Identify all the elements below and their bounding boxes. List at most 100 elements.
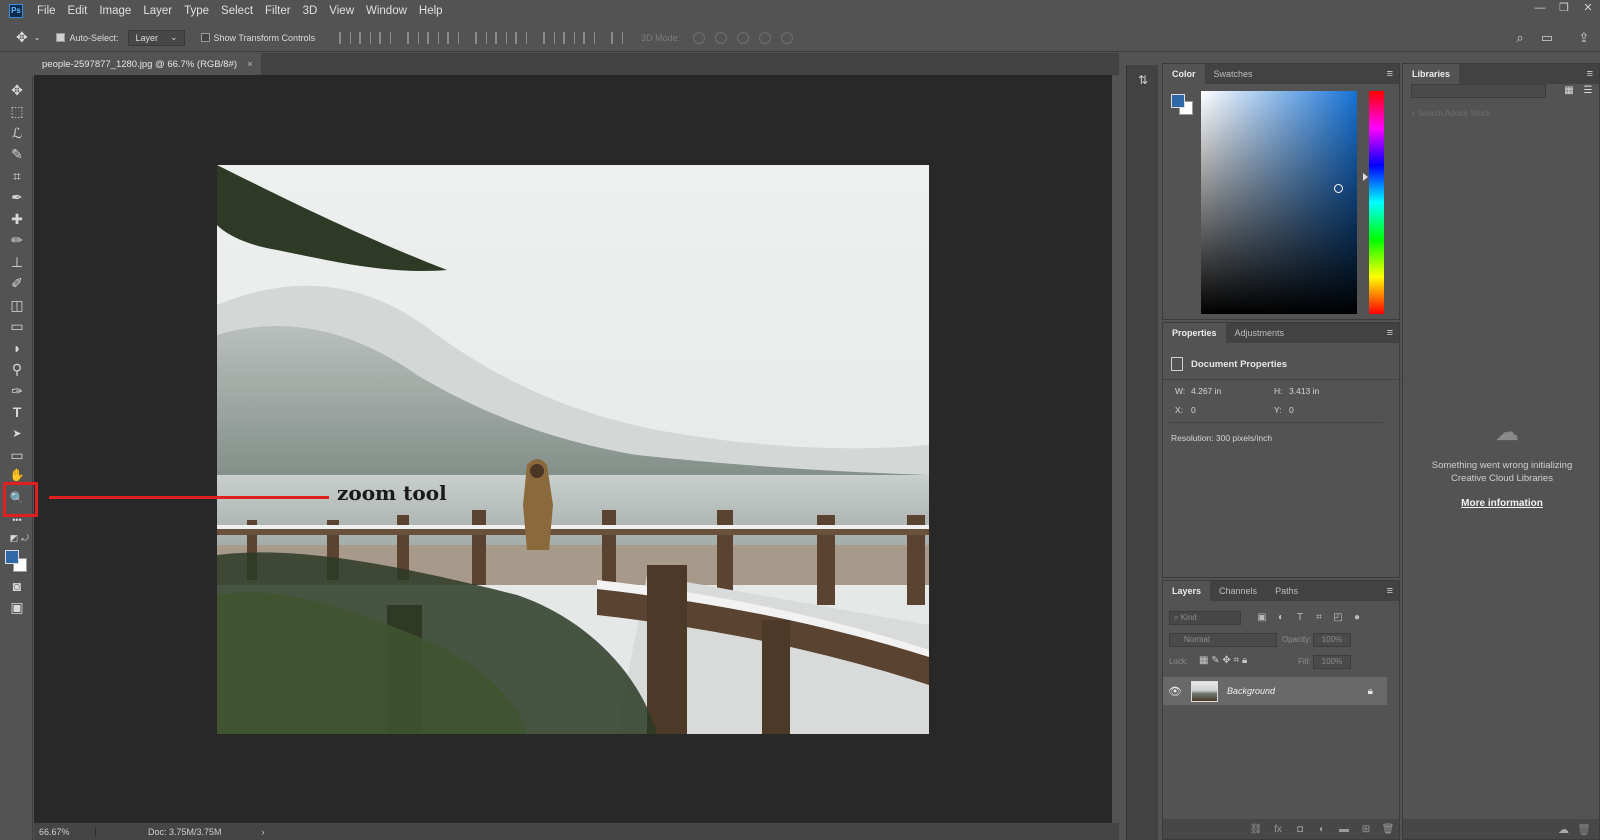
menu-select[interactable]: Select bbox=[215, 5, 259, 17]
panel-menu-icon[interactable]: ≡ bbox=[1387, 68, 1393, 80]
show-transform-checkbox[interactable] bbox=[200, 33, 210, 42]
hue-slider[interactable] bbox=[1369, 91, 1384, 314]
opacity-field[interactable]: 100% bbox=[1313, 633, 1351, 647]
menu-window[interactable]: Window bbox=[360, 5, 413, 17]
tab-channels[interactable]: Channels bbox=[1210, 581, 1266, 601]
pen-tool-icon[interactable]: ✑ bbox=[6, 381, 28, 401]
align-hcenter-icon[interactable] bbox=[427, 31, 440, 44]
history-brush-tool-icon[interactable]: ✐ bbox=[6, 273, 28, 293]
lock-icons[interactable]: ▦ ✎ ✥ ⌗ 🔒︎ bbox=[1199, 655, 1247, 666]
new-layer-icon[interactable]: ⊞ bbox=[1355, 824, 1377, 835]
eraser-tool-icon[interactable]: ◫ bbox=[6, 295, 28, 315]
trash-icon[interactable]: 🗑︎ bbox=[1377, 824, 1399, 835]
close-icon[interactable]: × bbox=[247, 59, 253, 70]
color-foreground-swatch[interactable] bbox=[1171, 94, 1185, 108]
auto-select-target-dropdown[interactable]: Layer ⌄ bbox=[128, 29, 185, 46]
filter-toggle-icon[interactable]: ● bbox=[1350, 612, 1364, 623]
brush-tool-icon[interactable]: ✏ bbox=[6, 230, 28, 250]
height-value[interactable]: 3.413 in bbox=[1289, 386, 1319, 396]
tab-layers[interactable]: Layers bbox=[1163, 581, 1211, 601]
3d-scale-icon[interactable] bbox=[781, 31, 794, 44]
3d-pan-icon[interactable] bbox=[737, 31, 750, 44]
menu-help[interactable]: Help bbox=[413, 5, 449, 17]
menu-type[interactable]: Type bbox=[178, 5, 215, 17]
cloud-sync-icon[interactable]: ☁ bbox=[1558, 823, 1569, 836]
type-filter-icon[interactable]: T bbox=[1293, 612, 1307, 623]
rectangle-tool-icon[interactable]: ▭ bbox=[6, 445, 28, 465]
move-tool-icon[interactable]: ✥ bbox=[6, 80, 28, 100]
gradient-tool-icon[interactable]: ▭ bbox=[6, 316, 28, 336]
library-dropdown[interactable] bbox=[1411, 84, 1546, 98]
dodge-tool-icon[interactable]: ⚲ bbox=[6, 359, 28, 379]
panel-menu-icon[interactable]: ≡ bbox=[1387, 585, 1393, 597]
zoom-level[interactable]: 66.67% bbox=[34, 826, 96, 837]
tab-adjustments[interactable]: Adjustments bbox=[1226, 323, 1294, 343]
layer-kind-filter[interactable]: ⌕ Kind bbox=[1169, 611, 1241, 625]
3d-slide-icon[interactable] bbox=[759, 31, 772, 44]
layer-lock-icon[interactable]: 🔒︎ bbox=[1368, 686, 1373, 697]
menu-view[interactable]: View bbox=[323, 5, 360, 17]
eyedropper-tool-icon[interactable]: ✒ bbox=[6, 187, 28, 207]
menu-layer[interactable]: Layer bbox=[137, 5, 178, 17]
marquee-tool-icon[interactable]: ⬚ bbox=[6, 101, 28, 121]
panel-menu-icon[interactable]: ≡ bbox=[1587, 68, 1593, 80]
mask-icon[interactable]: ◘ bbox=[1289, 824, 1311, 835]
align-left-icon[interactable] bbox=[407, 31, 420, 44]
document-image[interactable] bbox=[217, 165, 929, 734]
show-transform-option[interactable]: Show Transform Controls bbox=[200, 33, 315, 43]
tab-color[interactable]: Color bbox=[1163, 64, 1205, 84]
share-icon[interactable]: ⇪ bbox=[1576, 30, 1592, 46]
align-vcenter-icon[interactable] bbox=[359, 31, 372, 44]
distribute-bottom-icon[interactable] bbox=[515, 31, 528, 44]
distribute-hcenter-icon[interactable] bbox=[563, 31, 576, 44]
document-tab[interactable]: people-2597877_1280.jpg @ 66.7% (RGB/8#)… bbox=[34, 53, 261, 75]
grid-view-icon[interactable]: ▦ bbox=[1562, 84, 1576, 97]
healing-brush-tool-icon[interactable]: ✚ bbox=[6, 209, 28, 229]
screen-mode-icon[interactable]: ▣ bbox=[6, 597, 28, 617]
auto-select-checkbox[interactable] bbox=[56, 33, 66, 42]
tab-properties[interactable]: Properties bbox=[1163, 323, 1226, 343]
menu-3d[interactable]: 3D bbox=[297, 5, 324, 17]
stock-search[interactable]: ⌕ Search Adobe Stock bbox=[1411, 109, 1596, 119]
crop-tool-icon[interactable]: ⌗ bbox=[6, 166, 28, 186]
foreground-color-swatch[interactable] bbox=[5, 550, 19, 564]
tool-preset-chevron-icon[interactable]: ⌄ bbox=[34, 33, 41, 42]
panel-menu-icon[interactable]: ≡ bbox=[1387, 327, 1393, 339]
align-bottom-icon[interactable] bbox=[379, 31, 392, 44]
3d-roll-icon[interactable] bbox=[715, 31, 728, 44]
distribute-right-icon[interactable] bbox=[583, 31, 596, 44]
adjustment-icon[interactable]: ◐ bbox=[1311, 824, 1333, 835]
move-tool-icon[interactable]: ✥ bbox=[16, 29, 28, 46]
shape-filter-icon[interactable]: ⌗ bbox=[1312, 612, 1326, 623]
quick-mask-icon[interactable]: ◙ bbox=[6, 576, 28, 596]
hue-slider-arrow-icon[interactable] bbox=[1363, 173, 1368, 181]
close-window-button[interactable]: ✕ bbox=[1576, 0, 1600, 16]
search-icon[interactable]: ⌕ bbox=[1512, 30, 1528, 46]
lasso-tool-icon[interactable]: ℒ bbox=[6, 123, 28, 143]
blur-tool-icon[interactable]: ◗ bbox=[6, 338, 28, 358]
image-filter-icon[interactable]: ▣ bbox=[1255, 612, 1269, 623]
align-top-icon[interactable] bbox=[339, 31, 352, 44]
layer-name[interactable]: Background bbox=[1227, 686, 1368, 696]
smart-object-filter-icon[interactable]: ◰ bbox=[1331, 612, 1345, 623]
trash-icon[interactable]: 🗑︎ bbox=[1577, 823, 1591, 836]
path-selection-tool-icon[interactable]: ➤ bbox=[6, 424, 28, 444]
quick-select-tool-icon[interactable]: ✎ bbox=[6, 144, 28, 164]
workspace-icon[interactable]: ▭ bbox=[1539, 30, 1555, 46]
auto-align-icon[interactable] bbox=[611, 31, 624, 44]
folder-icon[interactable]: ▬ bbox=[1333, 824, 1355, 835]
menu-image[interactable]: Image bbox=[93, 5, 137, 17]
type-tool-icon[interactable]: T bbox=[6, 402, 28, 422]
status-menu-arrow-icon[interactable]: › bbox=[262, 827, 265, 837]
fill-field[interactable]: 100% bbox=[1313, 655, 1351, 669]
distribute-vcenter-icon[interactable] bbox=[495, 31, 508, 44]
swap-colors-icon[interactable]: ⤾ bbox=[14, 528, 36, 548]
blend-mode-dropdown[interactable]: Normal bbox=[1169, 633, 1277, 647]
link-icon[interactable]: ⛓︎ bbox=[1245, 824, 1267, 835]
adjustment-filter-icon[interactable]: ◐ bbox=[1274, 612, 1288, 623]
more-information-link[interactable]: More information bbox=[1403, 498, 1600, 509]
y-value[interactable]: 0 bbox=[1289, 405, 1294, 415]
saturation-value-field[interactable] bbox=[1201, 91, 1357, 314]
restore-button[interactable]: ❐ bbox=[1552, 0, 1576, 16]
history-panel-icon[interactable]: ⇅ bbox=[1135, 73, 1151, 89]
